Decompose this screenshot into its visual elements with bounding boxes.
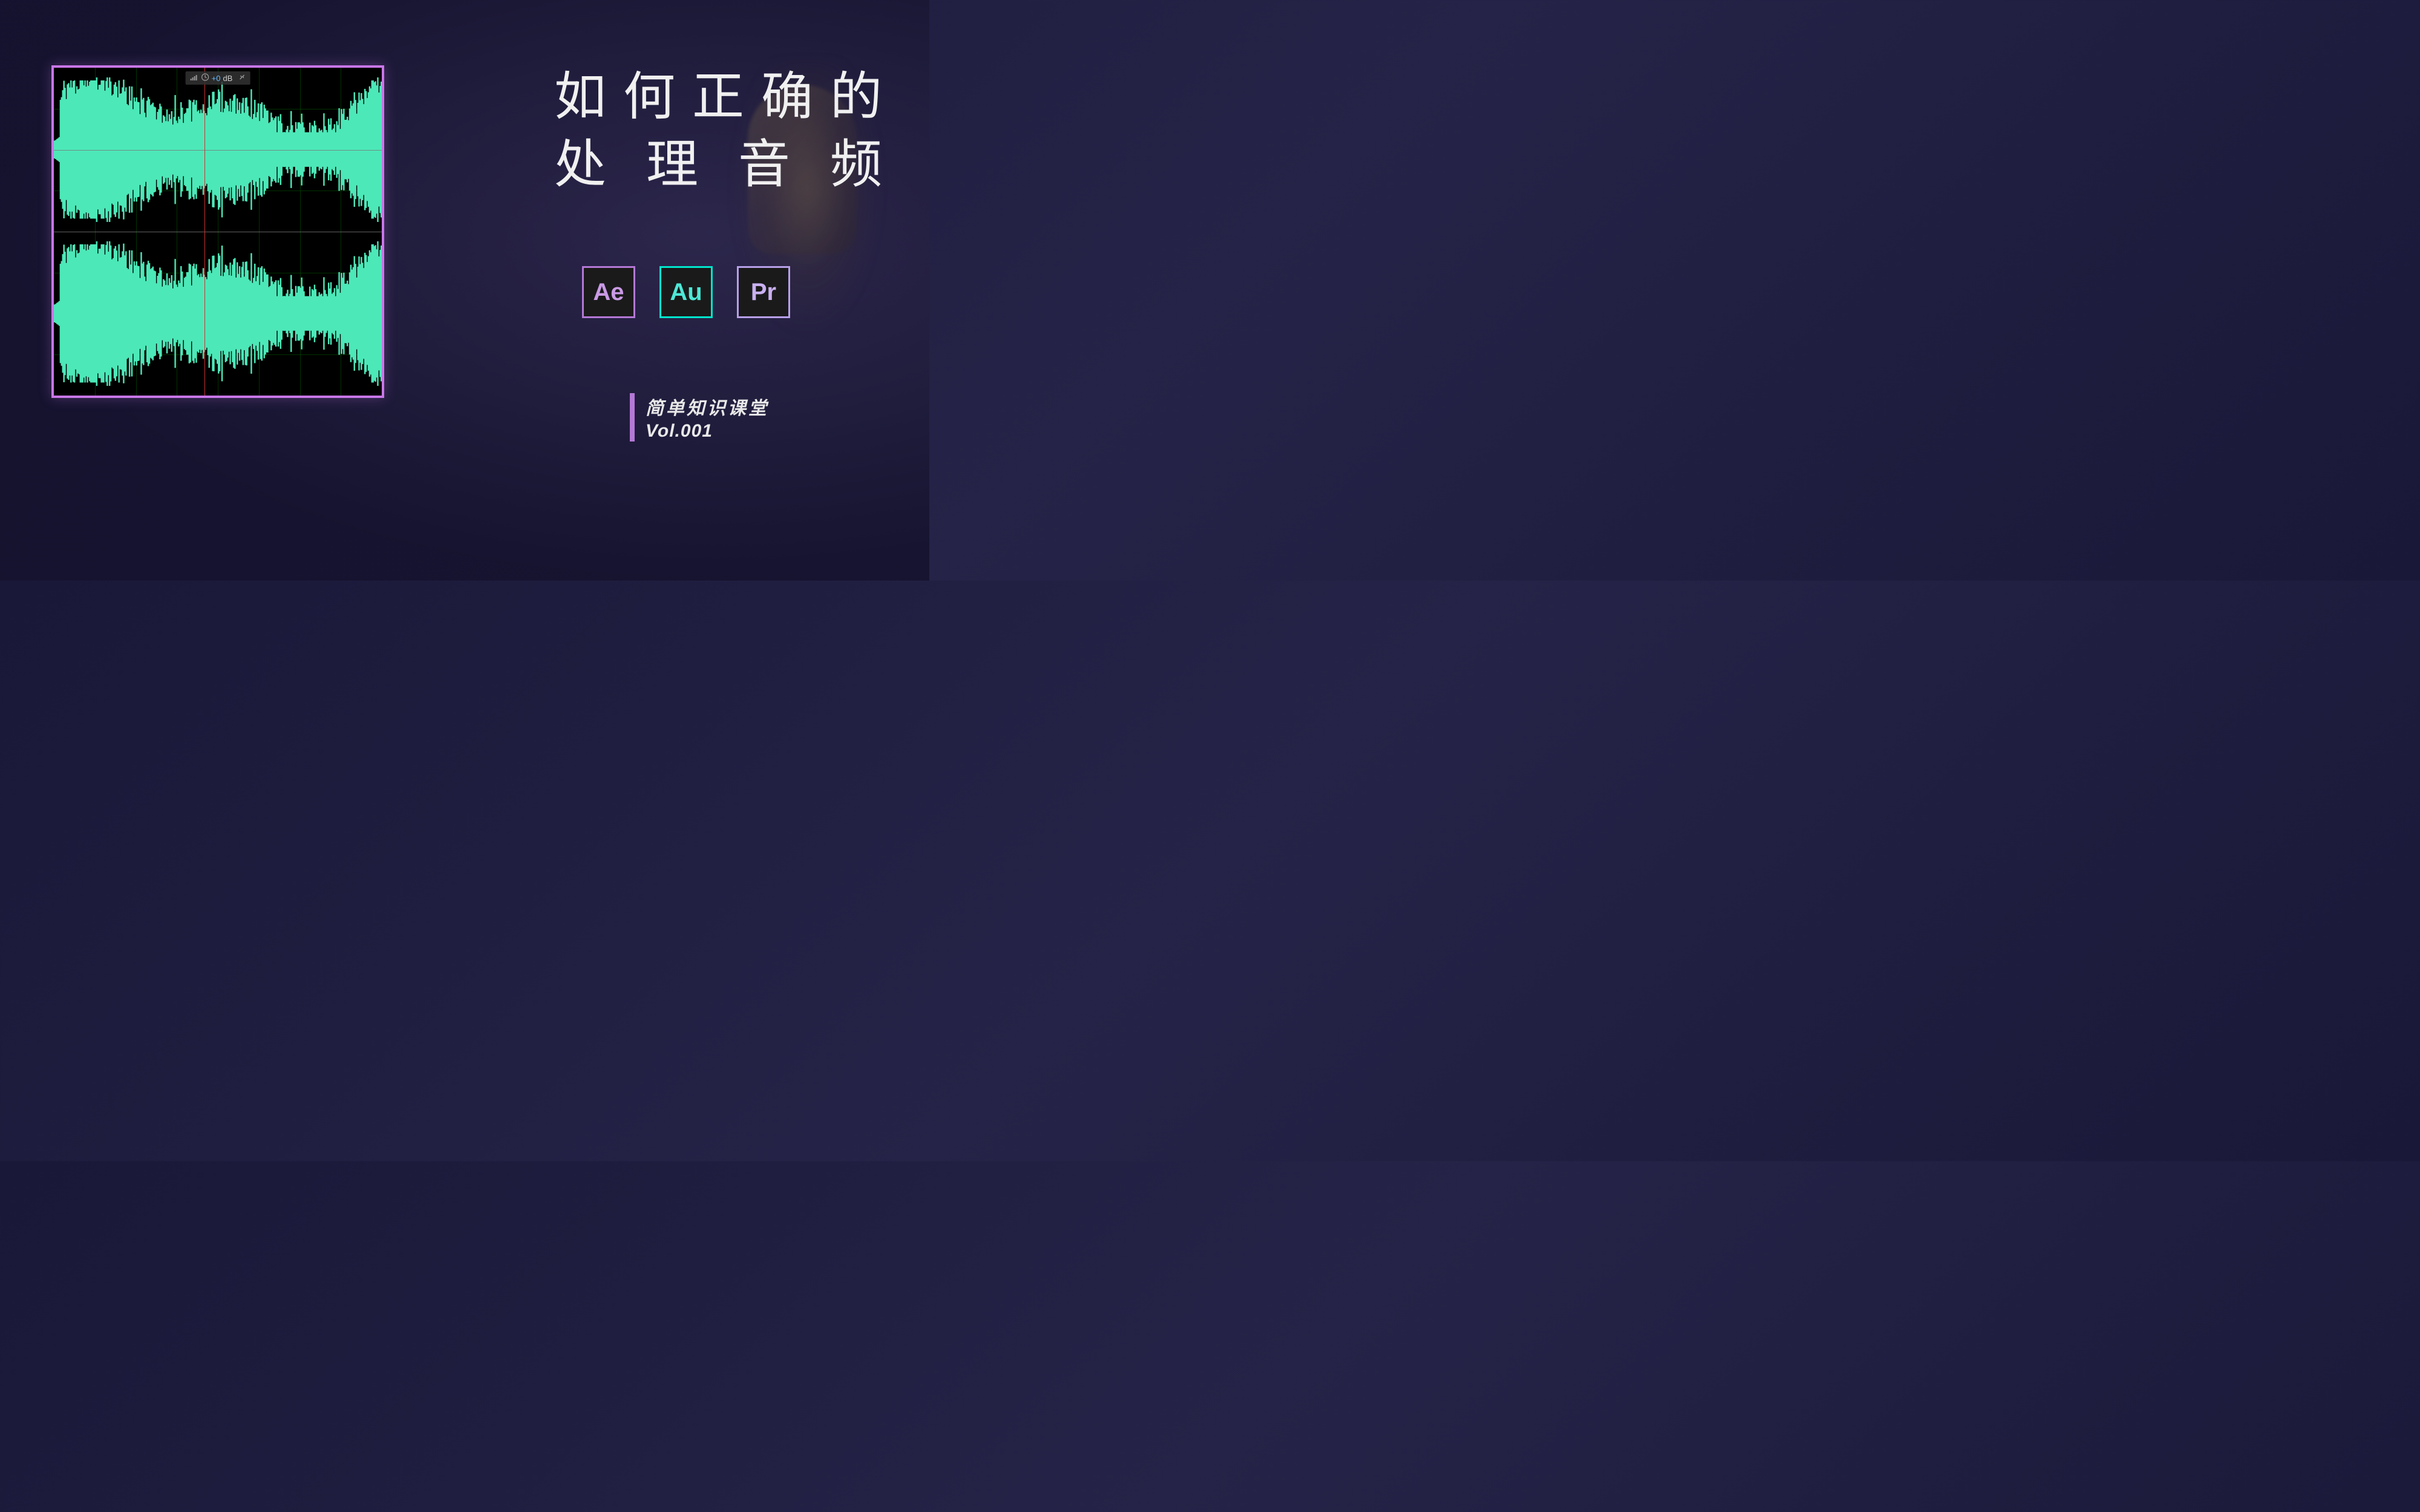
accent-bar xyxy=(630,393,635,442)
subtitle-line-1: 简单知识课堂 xyxy=(646,393,769,420)
db-unit: dB xyxy=(223,74,232,83)
subtitle-line-2: Vol.001 xyxy=(646,421,769,442)
subtitle-block: 简单知识课堂 Vol.001 xyxy=(630,393,769,442)
premiere-icon[interactable]: Pr xyxy=(737,266,790,318)
playhead-line[interactable] xyxy=(204,68,205,396)
pin-icon[interactable] xyxy=(238,74,245,82)
subtitle-text: 简单知识课堂 Vol.001 xyxy=(646,393,769,442)
volume-bars-icon[interactable] xyxy=(191,74,199,82)
waveform-inner: /*generated bars below*/ +0 dB xyxy=(54,68,382,396)
main-title: 如何正确的 处理音频 xyxy=(554,64,893,199)
audition-icon[interactable]: Au xyxy=(659,266,713,318)
waveform-panel: /*generated bars below*/ +0 dB xyxy=(51,65,384,398)
title-line-1: 如何正确的 xyxy=(554,64,893,131)
waveform-channel-bottom xyxy=(54,241,382,385)
adobe-icons-row: Ae Au Pr xyxy=(582,266,790,318)
channel-center-line xyxy=(54,150,382,151)
clock-icon[interactable] xyxy=(201,73,209,83)
waveform-toolbar: +0 dB xyxy=(186,71,250,85)
db-value[interactable]: +0 xyxy=(212,74,221,83)
after-effects-icon[interactable]: Ae xyxy=(582,266,635,318)
title-line-2: 处理音频 xyxy=(554,131,893,199)
